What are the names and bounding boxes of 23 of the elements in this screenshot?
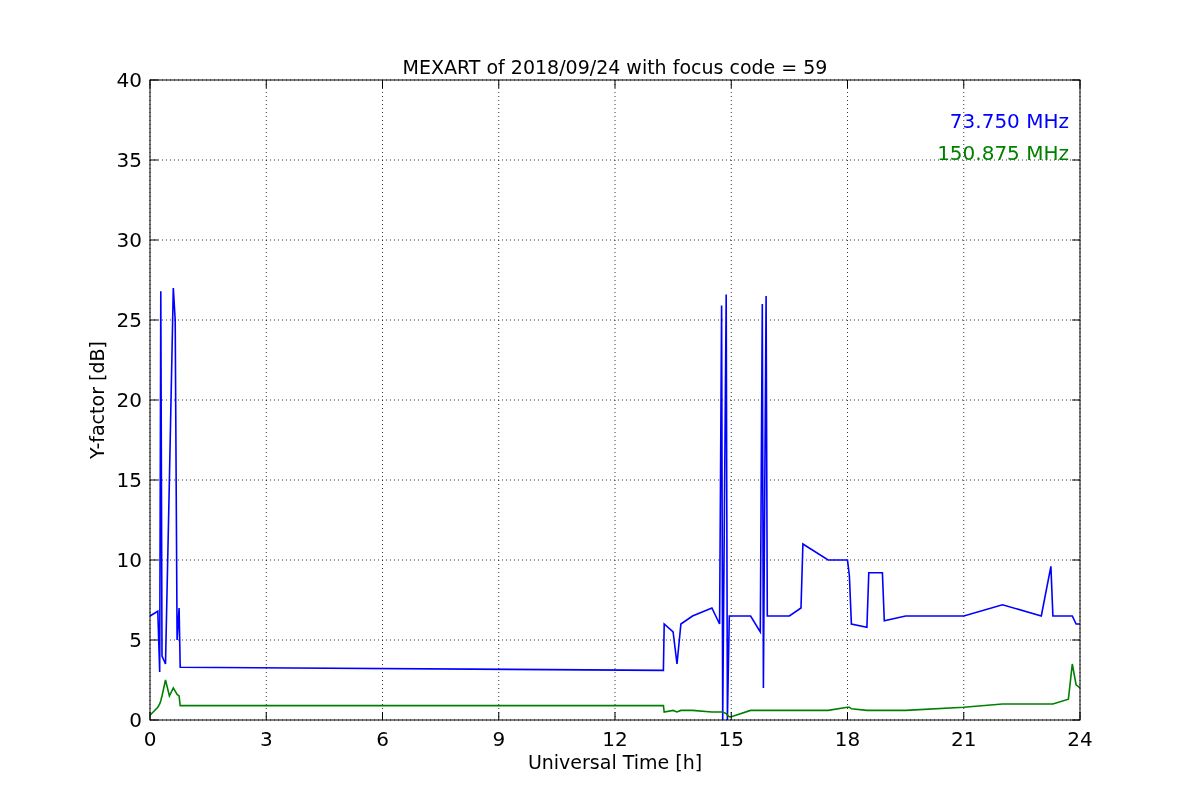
y-tick-label: 30: [116, 228, 142, 252]
y-tick-label: 20: [116, 388, 142, 412]
x-tick-label: 15: [718, 727, 744, 751]
x-tick-label: 24: [1067, 727, 1093, 751]
y-tick-label: 15: [116, 468, 142, 492]
y-tick-label: 10: [116, 548, 142, 572]
chart-title: MEXART of 2018/09/24 with focus code = 59: [402, 56, 828, 78]
x-axis-label: Universal Time [h]: [527, 751, 703, 773]
x-tick-label: 21: [951, 727, 977, 751]
y-tick-label: 25: [116, 308, 142, 332]
x-tick-label: 3: [259, 727, 273, 751]
y-tick-label: 5: [129, 628, 142, 652]
y-tick-label: 0: [129, 708, 142, 732]
x-tick-label: 9: [492, 727, 506, 751]
y-tick-label: 35: [116, 148, 142, 172]
y-axis-label: Y-factor [dB]: [86, 341, 108, 459]
legend-label: 150.875 MHz: [937, 141, 1069, 165]
x-tick-label: 0: [143, 727, 157, 751]
x-tick-label: 18: [834, 727, 861, 751]
x-tick-label: 6: [376, 727, 389, 751]
x-tick-label: 12: [602, 727, 628, 751]
y-tick-label: 40: [116, 68, 142, 92]
legend-label: 73.750 MHz: [949, 109, 1069, 133]
